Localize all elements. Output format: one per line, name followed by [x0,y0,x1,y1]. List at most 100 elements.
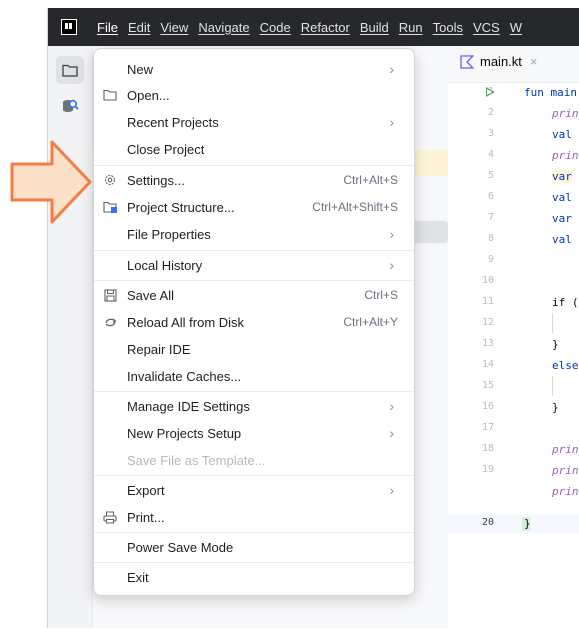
line-number-current: 20 [481,517,494,528]
menu-item-manage-ide-settings[interactable]: Manage IDE Settings › [102,393,406,419]
code-line-7: var [552,212,572,225]
project-tool-button[interactable] [56,56,84,84]
line-number: 7 [487,212,494,223]
menu-separator [94,562,414,563]
code-line-1: fun main [524,86,577,99]
line-number: 13 [481,338,494,349]
menu-item-save-all[interactable]: Save All Ctrl+S [102,282,406,308]
tool-window-strip [48,46,93,628]
menu-tools[interactable]: Tools [433,20,463,35]
menu-item-label: Open... [127,87,170,103]
code-editor[interactable]: 1 2 3 4 5 6 7 8 9 10 11 12 13 14 15 16 1… [448,83,579,628]
menu-item-label: Settings... [127,172,185,188]
menu-item-close-project[interactable]: Close Project [102,136,406,162]
shortcut-label: Ctrl+Alt+S [343,173,398,187]
line-number: 9 [487,254,494,265]
file-menu-dropdown: New › Open... Recent Projects › Close Pr… [93,48,415,596]
menu-item-new[interactable]: New › [102,56,406,82]
code-line-12: } [552,338,559,351]
menu-item-new-projects-setup[interactable]: New Projects Setup › [102,420,406,446]
indent-guide [552,376,553,396]
code-line-3: val [552,128,572,141]
menu-item-print[interactable]: Print... [102,504,406,530]
menu-code[interactable]: Code [260,20,291,35]
menu-item-label: Print... [127,509,165,525]
menu-item-label: Save All [127,287,174,303]
line-number: 12 [481,317,494,328]
database-search-icon [63,99,79,112]
code-line-8: val [552,233,572,246]
menu-item-label: Invalidate Caches... [127,368,242,384]
menu-item-file-properties[interactable]: File Properties › [102,221,406,247]
menu-item-label: File Properties [127,226,211,242]
save-icon [102,288,118,302]
code-line-10: if ( [552,296,579,309]
highlight-arrow-icon [10,140,92,224]
menu-window[interactable]: W [510,20,522,35]
menu-item-reload-all[interactable]: Reload All from Disk Ctrl+Alt+Y [102,309,406,335]
shortcut-label: Ctrl+Alt+Y [343,315,398,329]
reload-icon [102,315,118,329]
line-number: 15 [481,380,494,391]
menu-item-save-file-as-template: Save File as Template... [102,447,406,473]
code-line-13: else [552,359,579,372]
menu-item-recent-projects[interactable]: Recent Projects › [102,109,406,135]
editor-gutter: 1 2 3 4 5 6 7 8 9 10 11 12 13 14 15 16 1… [448,83,508,628]
code-line-20: } [524,517,531,530]
shortcut-label: Ctrl+S [364,288,398,302]
line-number: 8 [487,233,494,244]
menu-build[interactable]: Build [360,20,389,35]
menu-separator [94,475,414,476]
menu-file[interactable]: File [97,20,118,35]
menu-item-export[interactable]: Export › [102,477,406,503]
menu-item-repair-ide[interactable]: Repair IDE [102,336,406,362]
line-number: 4 [487,149,494,160]
indent-guide [552,313,553,333]
kotlin-file-icon [460,54,474,69]
menu-item-exit[interactable]: Exit [102,564,406,590]
chevron-right-icon: › [389,482,394,498]
line-number: 1 [487,86,494,97]
line-number: 18 [481,443,494,454]
main-menubar: File Edit View Navigate Code Refactor Bu… [48,8,579,46]
chevron-right-icon: › [389,425,394,441]
menu-item-project-structure[interactable]: Project Structure... Ctrl+Alt+Shift+S [102,194,406,220]
menu-view[interactable]: View [160,20,188,35]
editor-tab-label: main.kt [480,54,522,69]
editor-tab-bar: main.kt × [448,46,579,83]
printer-icon [102,510,118,524]
line-number: 2 [487,107,494,118]
menu-refactor[interactable]: Refactor [301,20,350,35]
tab-close-icon[interactable]: × [530,54,538,69]
project-structure-icon [102,200,118,214]
menu-item-label: New [127,61,154,77]
gear-icon [102,173,118,187]
menu-edit[interactable]: Edit [128,20,150,35]
code-line-18: prin [552,464,579,477]
line-number: 16 [481,401,494,412]
code-line-19: prin [552,485,579,498]
menu-vcs[interactable]: VCS [473,20,500,35]
chevron-right-icon: › [389,114,394,130]
code-line-2: prin [552,107,579,120]
intellij-logo-icon [61,19,77,35]
menu-item-invalidate-caches[interactable]: Invalidate Caches... [102,363,406,389]
menu-item-open[interactable]: Open... [102,82,406,108]
menu-item-power-save-mode[interactable]: Power Save Mode [102,534,406,560]
line-number: 11 [481,296,494,307]
chevron-right-icon: › [389,61,394,77]
code-line-4: prin [552,149,579,162]
line-number: 10 [481,275,494,286]
menu-item-label: Recent Projects [127,114,219,130]
menu-item-label: Local History [127,257,203,273]
menu-run[interactable]: Run [399,20,423,35]
menu-item-label: New Projects Setup [127,425,242,441]
menu-item-local-history[interactable]: Local History › [102,252,406,278]
editor-tab-main-kt[interactable]: main.kt × [460,54,538,69]
menu-item-settings[interactable]: Settings... Ctrl+Alt+S [102,167,406,193]
menu-navigate[interactable]: Navigate [198,20,249,35]
line-number: 17 [481,422,494,433]
menu-separator [94,532,414,533]
database-search-tool-button[interactable] [56,92,84,120]
code-line-17: prin [552,443,579,456]
